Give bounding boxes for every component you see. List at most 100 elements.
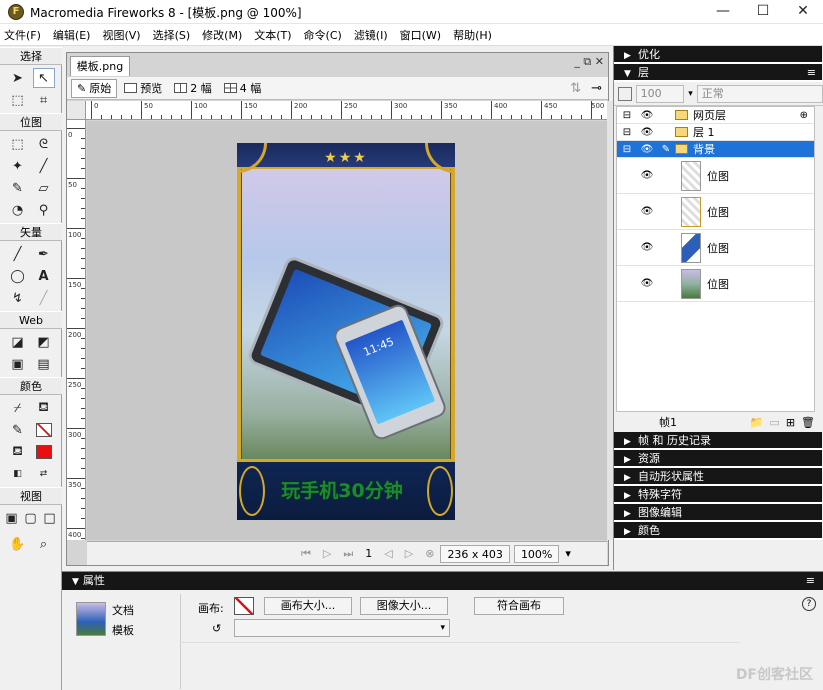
fireworks-app-icon[interactable]: F bbox=[8, 4, 24, 20]
object-row[interactable]: 👁 位图 bbox=[617, 266, 814, 302]
next-frame-icon[interactable]: ▷ bbox=[399, 545, 419, 563]
hotspot-tool-icon[interactable]: ◪ bbox=[7, 332, 29, 352]
last-frame-icon[interactable]: ⏭ bbox=[337, 545, 359, 563]
panel-menu-icon[interactable]: ≡ bbox=[807, 64, 816, 82]
crop-tool-icon[interactable]: ⌗ bbox=[33, 90, 55, 110]
card-artwork[interactable]: ★★★ 11:45 玩手机30分钟 bbox=[237, 143, 455, 520]
eye-icon[interactable]: 👁 bbox=[637, 278, 657, 289]
menu-edit[interactable]: 编辑(E) bbox=[53, 27, 91, 43]
maximize-button[interactable]: ☐ bbox=[743, 0, 783, 24]
hide-slices-icon[interactable]: ▣ bbox=[7, 354, 29, 374]
layer-row[interactable]: ⊟ 👁 层 1 bbox=[617, 124, 814, 141]
blur-tool-icon[interactable]: ◔ bbox=[7, 200, 29, 220]
properties-header[interactable]: ▼ 属性 ≡ bbox=[62, 572, 823, 590]
layer-opacity[interactable]: 100 bbox=[635, 84, 685, 103]
panel-frames-history-header[interactable]: ▶ 帧 和 历史记录 bbox=[614, 432, 822, 450]
swap-colors-icon[interactable]: ⇄ bbox=[33, 464, 55, 484]
eye-icon[interactable]: 👁 bbox=[637, 242, 657, 253]
full-screen-menus-mode-icon[interactable]: ▢ bbox=[23, 508, 39, 528]
zoom-dropdown-icon[interactable]: ▾ bbox=[559, 545, 577, 563]
menu-filters[interactable]: 滤镜(I) bbox=[354, 27, 388, 43]
object-row[interactable]: 👁 位图 bbox=[617, 230, 814, 266]
pencil-icon[interactable]: ✎ bbox=[657, 144, 675, 155]
knife-tool-icon[interactable]: ╱ bbox=[33, 288, 55, 308]
eye-icon[interactable]: 👁 bbox=[637, 110, 657, 121]
new-bitmap-image-icon[interactable]: ▭ bbox=[769, 416, 779, 429]
minimize-button[interactable]: — bbox=[703, 0, 743, 24]
pencil-tool-icon[interactable]: ✎ bbox=[7, 178, 29, 198]
panel-special-chars-header[interactable]: ▶ 特殊字符 bbox=[614, 486, 822, 504]
expand-toggle-icon[interactable]: ⊟ bbox=[617, 110, 637, 121]
fill-color-icon[interactable]: ⛾ bbox=[7, 442, 29, 462]
slice-tool-icon[interactable]: ◩ bbox=[33, 332, 55, 352]
hand-tool-icon[interactable]: ✋ bbox=[7, 534, 29, 554]
prev-frame-icon[interactable]: ◁ bbox=[378, 545, 398, 563]
panel-image-edit-header[interactable]: ▶ 图像编辑 bbox=[614, 504, 822, 522]
first-frame-icon[interactable]: ⏮ bbox=[295, 545, 317, 563]
scale-tool-icon[interactable]: ⬚ bbox=[7, 90, 29, 110]
menu-select[interactable]: 选择(S) bbox=[153, 27, 191, 43]
panel-colors-header[interactable]: ▶ 颜色 bbox=[614, 522, 822, 540]
expand-toggle-icon[interactable]: ⊟ bbox=[617, 144, 637, 155]
help-icon[interactable]: ? bbox=[802, 597, 816, 611]
menu-modify[interactable]: 修改(M) bbox=[202, 27, 242, 43]
paint-bucket-tool-icon[interactable]: ⛾ bbox=[33, 398, 55, 418]
line-tool-icon[interactable]: ╱ bbox=[7, 244, 29, 264]
eye-icon[interactable]: 👁 bbox=[637, 127, 657, 138]
tab-preview[interactable]: 预览 bbox=[119, 79, 167, 98]
rubber-stamp-tool-icon[interactable]: ⚲ bbox=[33, 200, 55, 220]
panel-assets-header[interactable]: ▶ 资源 bbox=[614, 450, 822, 468]
eyedropper-tool-icon[interactable]: ⌿ bbox=[7, 398, 29, 418]
fill-color-swatch[interactable] bbox=[33, 442, 55, 462]
stroke-color-icon[interactable]: ✎ bbox=[7, 420, 29, 440]
ellipse-tool-icon[interactable]: ◯ bbox=[7, 266, 29, 286]
close-button[interactable]: ✕ bbox=[783, 0, 823, 24]
eye-icon[interactable]: 👁 bbox=[637, 144, 657, 155]
marquee-tool-icon[interactable]: ⬚ bbox=[7, 134, 29, 154]
menu-help[interactable]: 帮助(H) bbox=[453, 27, 492, 43]
opacity-dropdown-icon[interactable]: ▾ bbox=[688, 89, 693, 99]
menu-view[interactable]: 视图(V) bbox=[102, 27, 140, 43]
menu-text[interactable]: 文本(T) bbox=[254, 27, 291, 43]
pointer-tool-icon[interactable]: ➤ bbox=[7, 68, 29, 88]
layer-row-selected[interactable]: ⊟ 👁 ✎ 背景 bbox=[617, 141, 814, 158]
exit-bitmap-mode-icon[interactable]: ⊗ bbox=[419, 545, 440, 563]
frame-label[interactable]: 帧1 bbox=[659, 414, 677, 430]
object-row[interactable]: 👁 位图 bbox=[617, 194, 814, 230]
panel-optimize-header[interactable]: ▶ 优化 bbox=[614, 46, 822, 64]
expand-toggle-icon[interactable]: ⊟ bbox=[617, 127, 637, 138]
freeform-tool-icon[interactable]: ↯ bbox=[7, 288, 29, 308]
zoom-level[interactable]: 100% bbox=[513, 544, 560, 563]
panel-menu-icon[interactable]: ≡ bbox=[806, 572, 815, 590]
horizontal-ruler[interactable]: 0 50 100 150 200 250 300 350 400 450 500 bbox=[86, 101, 607, 120]
new-folder-icon[interactable]: 📁 bbox=[750, 416, 764, 429]
show-slices-icon[interactable]: ▤ bbox=[33, 354, 55, 374]
menu-file[interactable]: 文件(F) bbox=[4, 27, 41, 43]
zoom-tool-icon[interactable]: ⌕ bbox=[33, 534, 55, 554]
tab-2-up[interactable]: 2 幅 bbox=[169, 79, 217, 98]
default-colors-icon[interactable]: ◧ bbox=[7, 464, 29, 484]
pen-tool-icon[interactable]: ✒ bbox=[33, 244, 55, 264]
preview-in-browser-icon[interactable]: ⊸ bbox=[591, 81, 602, 96]
eye-icon[interactable]: 👁 bbox=[637, 206, 657, 217]
document-tab[interactable]: 模板.png bbox=[70, 56, 130, 76]
layer-row[interactable]: ⊟ 👁 网页层 ⊕ bbox=[617, 107, 814, 124]
eye-icon[interactable]: 👁 bbox=[637, 170, 657, 181]
eraser-tool-icon[interactable]: ▱ bbox=[33, 178, 55, 198]
menu-window[interactable]: 窗口(W) bbox=[400, 27, 441, 43]
new-layer-icon[interactable]: ⊞ bbox=[786, 416, 795, 429]
matte-select[interactable]: ▾ bbox=[234, 619, 450, 637]
brush-tool-icon[interactable]: ╱ bbox=[33, 156, 55, 176]
fit-canvas-button[interactable]: 符合画布 bbox=[474, 597, 564, 615]
full-screen-mode-icon[interactable]: □ bbox=[42, 508, 58, 528]
play-icon[interactable]: ▷ bbox=[317, 545, 337, 563]
image-size-button[interactable]: 图像大小... bbox=[360, 597, 448, 615]
panel-autoshape-header[interactable]: ▶ 自动形状属性 bbox=[614, 468, 822, 486]
stroke-color-swatch[interactable] bbox=[33, 420, 55, 440]
standard-screen-mode-icon[interactable]: ▣ bbox=[4, 508, 20, 528]
document-window-controls[interactable]: _ ⧉ ✕ bbox=[574, 55, 604, 69]
blend-mode-select[interactable]: 正常 bbox=[696, 84, 823, 103]
share-layer-icon[interactable]: ⊕ bbox=[800, 110, 808, 121]
subselect-tool-icon[interactable]: ↖ bbox=[32, 68, 55, 88]
document-size[interactable]: 236 x 403 bbox=[440, 544, 510, 563]
